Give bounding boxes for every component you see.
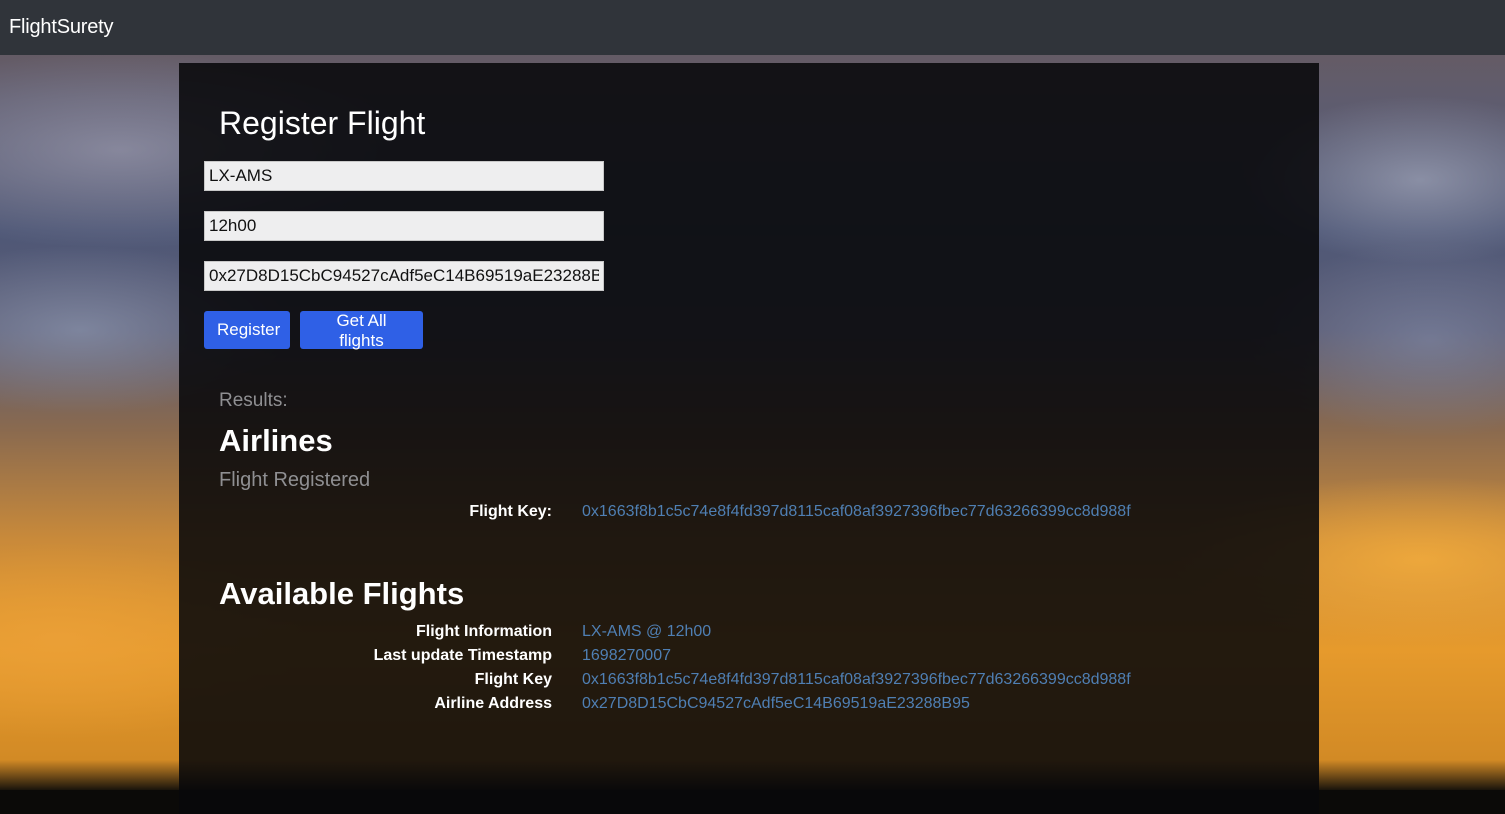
main-panel: Register Flight Register Get All flights… xyxy=(179,63,1319,814)
results-label: Results: xyxy=(219,390,288,411)
airlines-status-subtitle: Flight Registered xyxy=(219,469,371,491)
flight-key-label: Flight Key: xyxy=(469,503,552,520)
get-all-flights-button[interactable]: Get All flights xyxy=(300,311,423,350)
flight-information-value: LX-AMS @ 12h00 xyxy=(582,623,712,640)
flight-key-value: 0x1663f8b1c5c74e8f4fd397d8115caf08af3927… xyxy=(582,503,1131,520)
flight-information-label: Flight Information xyxy=(416,623,552,640)
available-flight-key-label: Flight Key xyxy=(474,671,552,688)
available-flights-heading: Available Flights xyxy=(219,576,465,611)
available-flight-key-value: 0x1663f8b1c5c74e8f4fd397d8115caf08af3927… xyxy=(582,671,1131,688)
airline-address-value: 0x27D8D15CbC94527cAdf5eC14B69519aE23288B… xyxy=(582,695,970,712)
airlines-heading: Airlines xyxy=(219,423,333,458)
register-flight-heading: Register Flight xyxy=(219,105,426,141)
flight-time-input[interactable] xyxy=(204,211,604,241)
last-update-timestamp-value: 1698270007 xyxy=(582,647,671,664)
airline-address-input[interactable] xyxy=(204,261,604,291)
top-navbar: FlightSurety xyxy=(0,0,1505,55)
last-update-timestamp-label: Last update Timestamp xyxy=(373,647,552,664)
register-button[interactable]: Register xyxy=(204,311,290,349)
airline-address-label: Airline Address xyxy=(434,695,552,712)
brand-link[interactable]: FlightSurety xyxy=(0,16,114,39)
flight-name-input[interactable] xyxy=(204,161,604,191)
